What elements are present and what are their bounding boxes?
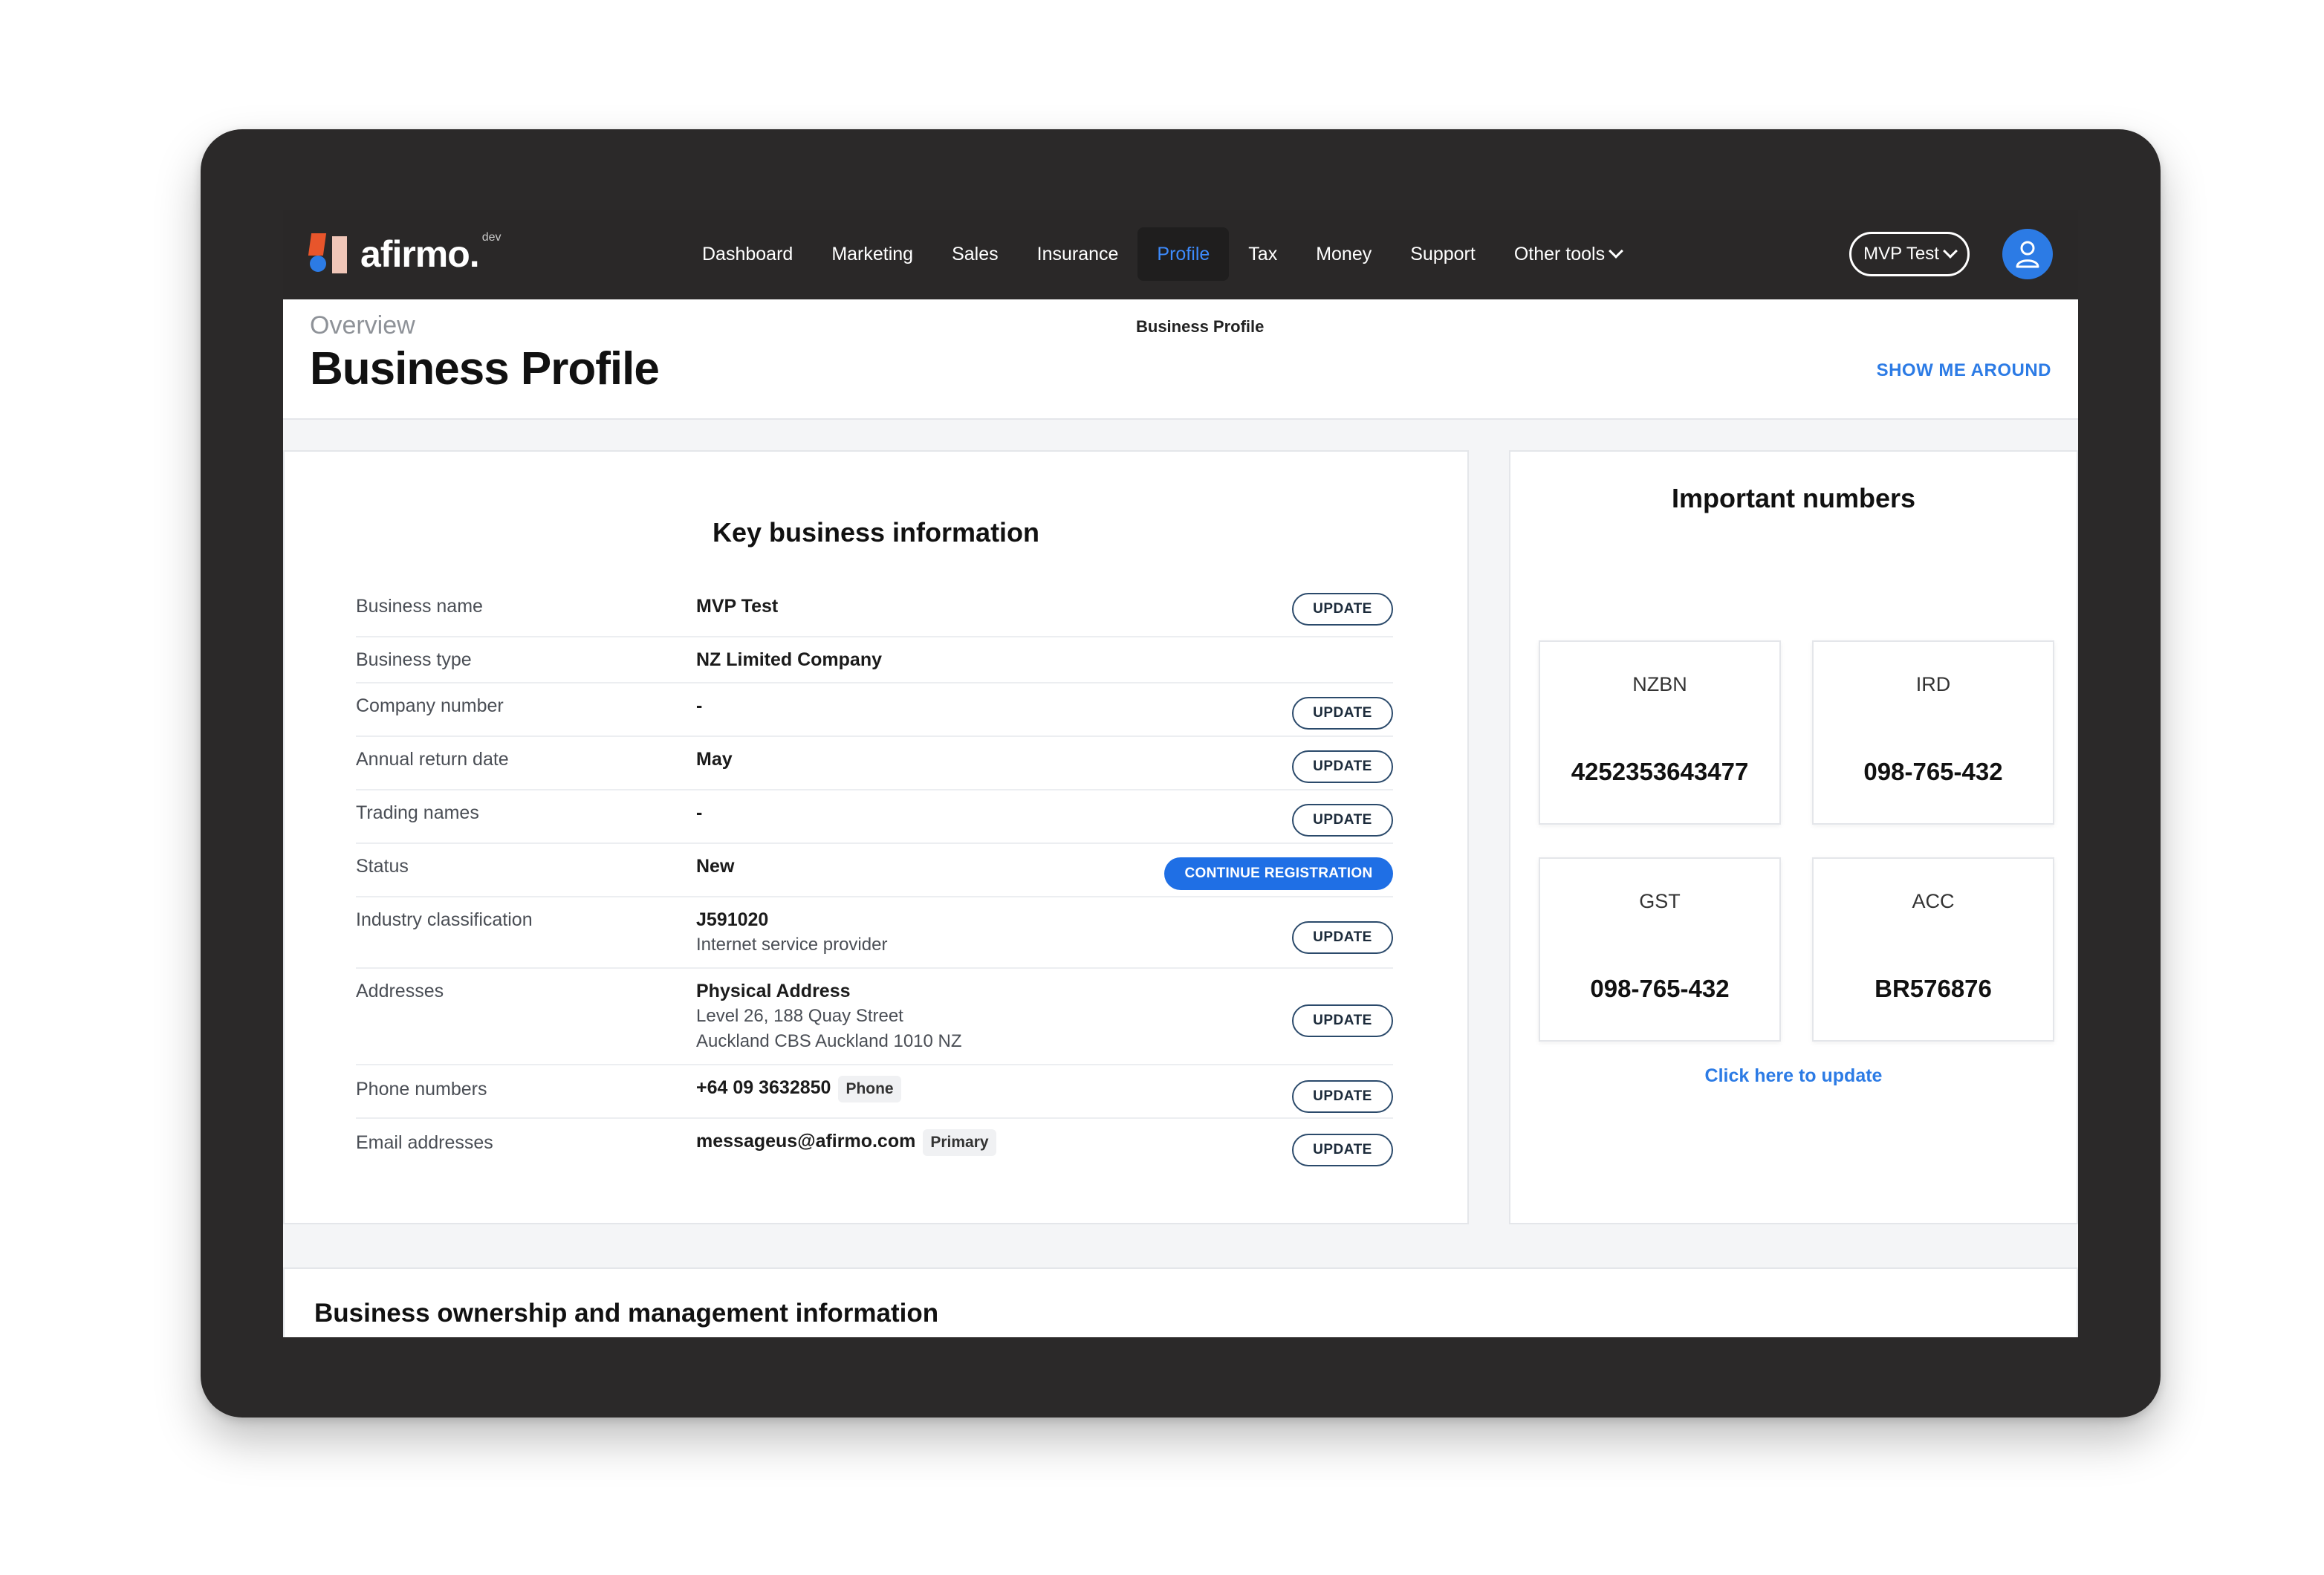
row-label: Trading names (356, 802, 479, 823)
email-tag: Primary (923, 1129, 996, 1156)
show-me-around-link[interactable]: SHOW ME AROUND (1877, 360, 2051, 381)
click-here-to-update-link[interactable]: Click here to update (1510, 1065, 2077, 1087)
nav-money[interactable]: Money (1296, 227, 1391, 281)
page-title: Business Profile (310, 343, 660, 394)
tile-label: GST (1639, 890, 1681, 912)
row-label: Industry classification (356, 909, 533, 930)
row-label: Status (356, 856, 409, 877)
breadcrumb: Business Profile (1136, 317, 1265, 336)
user-icon (2016, 241, 2039, 268)
row-value: - (696, 695, 703, 716)
chevron-down-icon (1609, 244, 1623, 259)
overview-label: Overview (310, 311, 415, 340)
page-header: Overview Business Profile Business Profi… (283, 299, 2078, 420)
update-company-number-button[interactable]: UPDATE (1292, 697, 1393, 730)
row-status: Status New CONTINUE REGISTRATION (356, 853, 1393, 897)
continue-registration-button[interactable]: CONTINUE REGISTRATION (1164, 857, 1393, 890)
update-email-button[interactable]: UPDATE (1292, 1134, 1393, 1166)
key-business-info-title: Key business information (712, 517, 1040, 548)
user-avatar[interactable] (2002, 229, 2053, 279)
update-addresses-button[interactable]: UPDATE (1292, 1004, 1393, 1037)
acc-tile: ACC BR576876 (1812, 857, 2054, 1042)
row-value: - (696, 802, 703, 823)
afirmo-logo-icon (308, 233, 351, 275)
row-label: Business type (356, 649, 472, 670)
row-value: May (696, 749, 733, 770)
address-line-1: Level 26, 188 Quay Street (696, 1006, 903, 1026)
important-numbers-card: Important numbers NZBN 4252353643477 IRD… (1509, 450, 2078, 1224)
nav-insurance[interactable]: Insurance (1018, 227, 1138, 281)
update-phone-button[interactable]: UPDATE (1292, 1080, 1393, 1113)
row-business-name: Business name MVP Test UPDATE (356, 593, 1393, 637)
ownership-title: Business ownership and management inform… (314, 1299, 939, 1328)
nzbn-tile: NZBN 4252353643477 (1539, 640, 1781, 825)
key-business-info-card: Key business information Business name M… (283, 450, 1469, 1224)
row-value: New (696, 856, 735, 877)
row-phone-numbers: Phone numbers +64 09 3632850 Phone UPDATE (356, 1074, 1393, 1119)
row-addresses: Addresses Physical Address Level 26, 188… (356, 978, 1393, 1065)
row-business-type: Business type NZ Limited Company (356, 646, 1393, 683)
tile-value: 098-765-432 (1863, 758, 2003, 785)
tile-value: 098-765-432 (1590, 975, 1730, 1002)
row-label: Annual return date (356, 749, 509, 770)
app-screen: afirmo. dev Dashboard Marketing Sales In… (283, 210, 2078, 1337)
nav-support[interactable]: Support (1391, 227, 1495, 281)
chevron-down-icon (1943, 244, 1958, 259)
account-switcher-button[interactable]: MVP Test (1849, 232, 1970, 276)
row-value: MVP Test (696, 596, 779, 617)
row-trading-names: Trading names - UPDATE (356, 799, 1393, 844)
row-label: Email addresses (356, 1132, 493, 1153)
afirmo-logo[interactable]: afirmo. dev (308, 231, 502, 276)
update-annual-return-button[interactable]: UPDATE (1292, 750, 1393, 783)
row-value: J591020 (696, 909, 769, 930)
main-nav: Dashboard Marketing Sales Insurance Prof… (683, 227, 1640, 281)
email-address: messageus@afirmo.com (696, 1131, 916, 1152)
update-trading-names-button[interactable]: UPDATE (1292, 804, 1393, 837)
row-email-addresses: Email addresses messageus@afirmo.com Prim… (356, 1128, 1393, 1171)
nav-sales[interactable]: Sales (932, 227, 1018, 281)
address-line-2: Auckland CBS Auckland 1010 NZ (696, 1031, 962, 1051)
ird-tile: IRD 098-765-432 (1812, 640, 2054, 825)
nav-profile[interactable]: Profile (1137, 227, 1230, 281)
row-label: Business name (356, 596, 483, 617)
row-annual-return-date: Annual return date May UPDATE (356, 746, 1393, 790)
row-company-number: Company number - UPDATE (356, 692, 1393, 737)
important-numbers-title: Important numbers (1671, 483, 1916, 513)
tile-label: ACC (1912, 890, 1955, 912)
nav-marketing[interactable]: Marketing (812, 227, 932, 281)
row-label: Phone numbers (356, 1079, 487, 1100)
tile-label: NZBN (1632, 673, 1687, 695)
row-value: Physical Address (696, 981, 851, 1001)
row-label: Addresses (356, 981, 444, 1001)
env-badge: dev (481, 231, 502, 244)
tile-value: 4252353643477 (1571, 758, 1749, 785)
tile-value: BR576876 (1875, 975, 1992, 1002)
update-industry-button[interactable]: UPDATE (1292, 921, 1393, 954)
row-value: messageus@afirmo.com Primary (696, 1129, 996, 1156)
phone-tag: Phone (838, 1076, 901, 1102)
update-business-name-button[interactable]: UPDATE (1292, 593, 1393, 626)
row-value: +64 09 3632850 Phone (696, 1076, 901, 1102)
gst-tile: GST 098-765-432 (1539, 857, 1781, 1042)
row-label: Company number (356, 695, 504, 716)
row-value: NZ Limited Company (696, 649, 883, 670)
ownership-section: Business ownership and management inform… (283, 1267, 2078, 1337)
nav-tax[interactable]: Tax (1229, 227, 1296, 281)
industry-description: Internet service provider (696, 935, 888, 955)
account-label: MVP Test (1863, 244, 1939, 264)
nav-dashboard[interactable]: Dashboard (683, 227, 812, 281)
row-industry-classification: Industry classification J591020 Internet… (356, 906, 1393, 969)
nav-other-tools-label: Other tools (1513, 243, 1606, 264)
top-navigation: afirmo. dev Dashboard Marketing Sales In… (283, 210, 2078, 299)
phone-number: +64 09 3632850 (696, 1077, 831, 1098)
logo-wordmark: afirmo. (360, 233, 480, 275)
nav-other-tools[interactable]: Other tools (1495, 227, 1640, 281)
tile-label: IRD (1915, 673, 1951, 695)
